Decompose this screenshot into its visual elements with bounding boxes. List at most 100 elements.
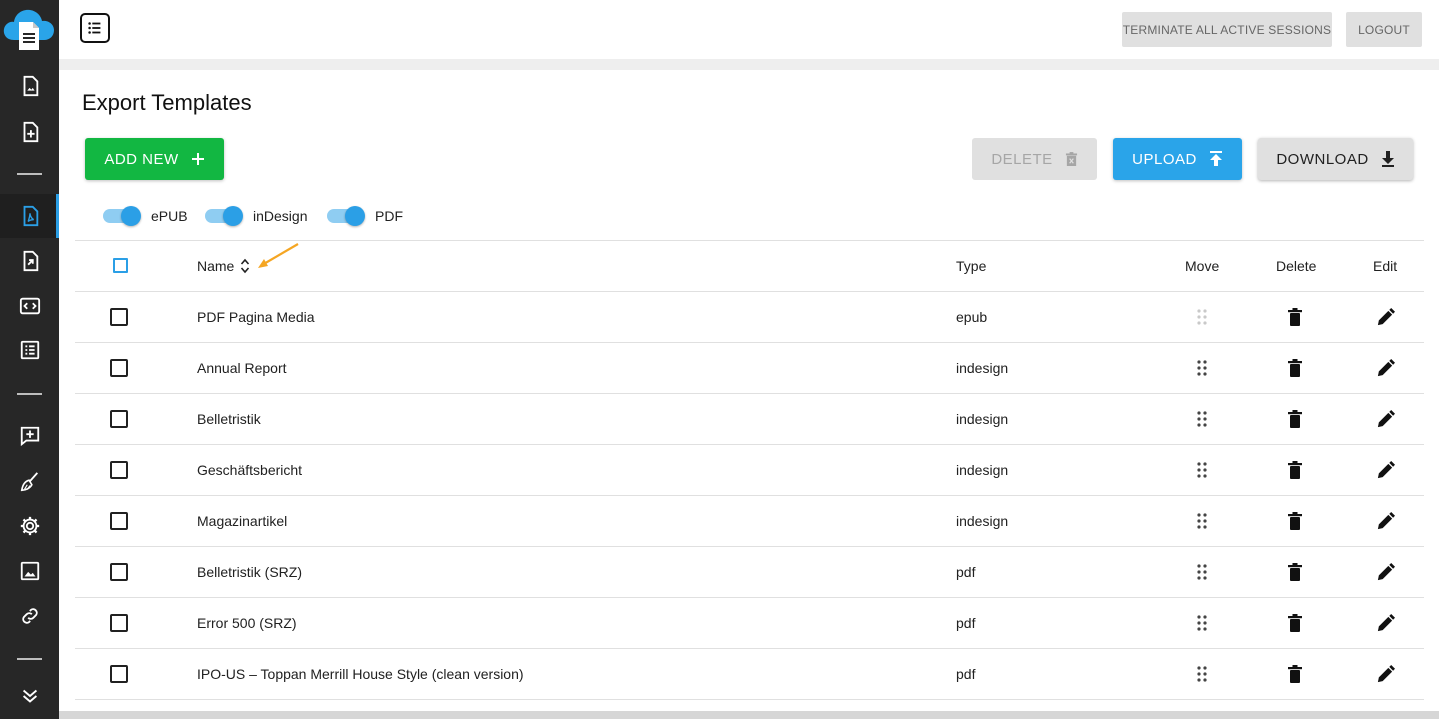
drag-handle-icon[interactable] [1190,560,1214,584]
sidebar-item-cleanup[interactable] [0,460,59,504]
trash-icon [1288,410,1302,428]
edit-row-button[interactable] [1373,458,1397,482]
list-toggle-icon [88,22,101,34]
toggle-switch[interactable] [327,206,365,226]
select-all-checkbox[interactable] [113,258,128,273]
row-type: pdf [956,564,976,580]
delete-row-button[interactable] [1283,305,1307,329]
delete-row-button[interactable] [1283,407,1307,431]
delete-row-button[interactable] [1283,611,1307,635]
file-export-icon [23,250,38,272]
row-checkbox[interactable] [110,410,128,428]
sidebar-item-settings[interactable] [0,504,59,548]
drag-handle-icon[interactable] [1190,662,1214,686]
row-checkbox[interactable] [110,563,128,581]
pencil-icon [1377,460,1395,478]
edit-row-button[interactable] [1373,305,1397,329]
table-row: Magazinartikel indesign [75,496,1424,547]
sidebar-item-messages[interactable] [0,414,59,458]
row-checkbox[interactable] [110,461,128,479]
sidebar-item-images[interactable] [0,549,59,593]
drag-handle-icon[interactable] [1190,356,1214,380]
row-checkbox[interactable] [110,665,128,683]
filter-label: ePUB [151,208,188,224]
toggle-switch[interactable] [103,206,141,226]
pencil-icon [1377,613,1395,631]
row-checkbox[interactable] [110,308,128,326]
table-row: Geschäftsbericht indesign [75,445,1424,496]
row-checkbox[interactable] [110,614,128,632]
file-image-icon [23,75,38,97]
sidebar-item-list[interactable] [0,328,59,372]
table-row: PDF Pagina Media epub [75,292,1424,343]
toggle-switch[interactable] [205,206,243,226]
row-type: indesign [956,462,1009,478]
sort-icon[interactable] [240,257,250,275]
trash-icon [1288,665,1302,683]
add-new-button[interactable]: ADD NEW [85,138,224,180]
filter-toggle-indesign[interactable]: inDesign [205,206,308,226]
sidebar-item-code[interactable] [0,284,59,328]
trash-icon [1288,614,1302,632]
delete-row-button[interactable] [1283,662,1307,686]
filter-toggle-pdf[interactable]: PDF [327,206,403,226]
download-button[interactable]: DOWNLOAD [1258,138,1413,180]
bottom-scroll-strip [59,711,1439,719]
edit-row-button[interactable] [1373,356,1397,380]
row-type: indesign [956,411,1009,427]
column-header-name[interactable]: Name [197,241,250,291]
filter-label: inDesign [253,208,308,224]
row-checkbox[interactable] [110,512,128,530]
sidebar-divider [17,658,42,660]
edit-row-button[interactable] [1373,611,1397,635]
column-header-edit: Edit [1373,258,1398,274]
row-checkbox[interactable] [110,359,128,377]
drag-handle-icon[interactable] [1190,509,1214,533]
drag-handle-icon[interactable] [1190,305,1214,329]
row-type: indesign [956,360,1009,376]
drag-handle-icon[interactable] [1190,407,1214,431]
terminate-sessions-button[interactable]: TERMINATE ALL ACTIVE SESSIONS [1122,12,1332,47]
drag-handle-icon[interactable] [1190,611,1214,635]
column-name-label: Name [197,258,235,274]
delete-row-button[interactable] [1283,560,1307,584]
delete-row-button[interactable] [1283,509,1307,533]
column-header-delete: Delete [1276,258,1317,274]
sidebar-item-links[interactable] [0,594,59,638]
sidebar-item-documents[interactable] [0,64,59,108]
logout-button[interactable]: LOGOUT [1346,12,1422,47]
file-plus-icon [23,121,38,143]
filter-toggle-epub[interactable]: ePUB [103,206,188,226]
drag-handle-icon[interactable] [1190,458,1214,482]
row-type: pdf [956,666,976,682]
menu-toggle-button[interactable] [80,13,110,43]
sidebar-item-expand[interactable] [0,674,59,718]
delete-row-button[interactable] [1283,356,1307,380]
upload-button[interactable]: UPLOAD [1113,138,1242,180]
delete-row-button[interactable] [1283,458,1307,482]
row-type: epub [956,309,988,325]
edit-row-button[interactable] [1373,407,1397,431]
delete-label: DELETE [991,150,1053,168]
sidebar-item-export-templates[interactable] [0,194,59,238]
download-label: DOWNLOAD [1276,150,1369,168]
table-row: IPO-US – Toppan Merrill House Style (cle… [75,649,1424,700]
file-pdf-icon [23,205,38,227]
gear-icon [20,516,39,536]
pencil-icon [1377,307,1395,325]
edit-row-button[interactable] [1373,662,1397,686]
table-row: Belletristik indesign [75,394,1424,445]
delete-button[interactable]: DELETE [972,138,1097,180]
row-name: Belletristik [197,411,261,427]
table-row: Annual Report indesign [75,343,1424,394]
sidebar-item-export[interactable] [0,239,59,283]
row-name: PDF Pagina Media [197,309,315,325]
sidebar-item-new-document[interactable] [0,110,59,154]
sidebar [0,0,59,719]
cloud-document-logo[interactable] [2,4,56,50]
broom-icon [20,472,38,492]
row-name: Magazinartikel [197,513,288,529]
edit-row-button[interactable] [1373,560,1397,584]
edit-row-button[interactable] [1373,509,1397,533]
row-name: Belletristik (SRZ) [197,564,303,580]
